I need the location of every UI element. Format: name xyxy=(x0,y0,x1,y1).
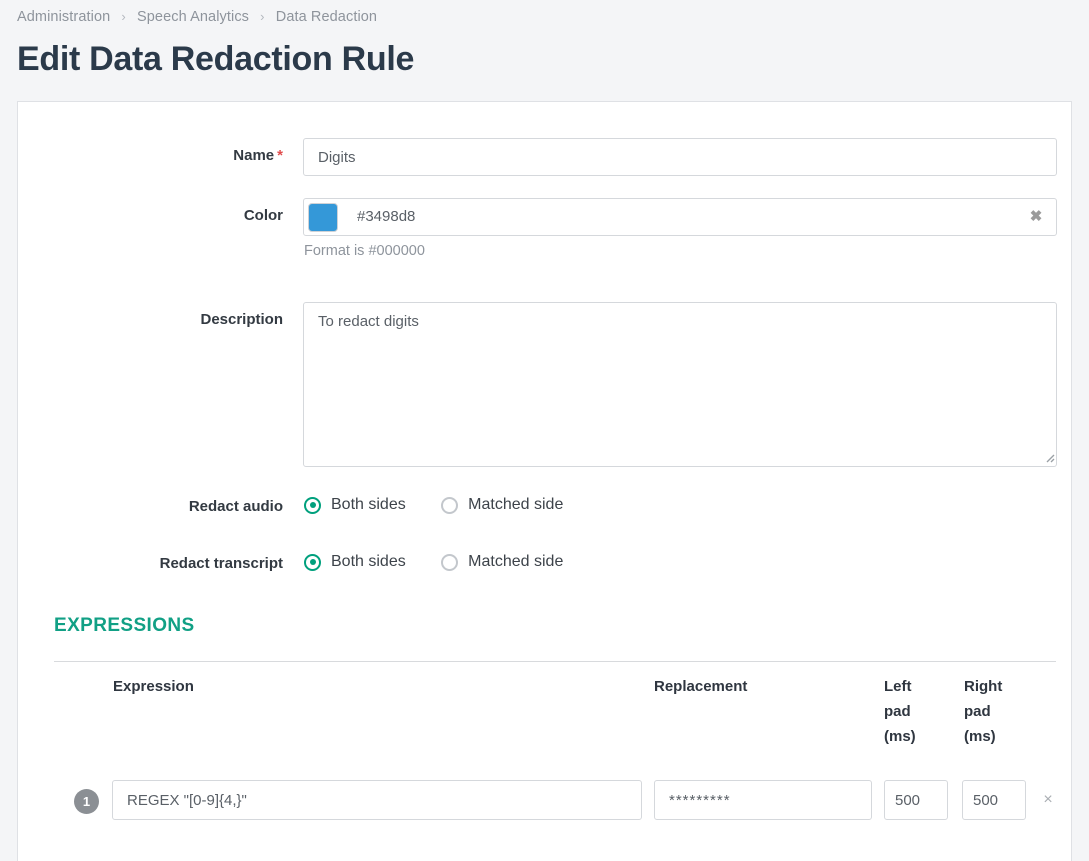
radio-unselected-icon xyxy=(441,496,459,514)
column-header-expression: Expression xyxy=(113,678,194,695)
breadcrumb-separator-icon: › xyxy=(121,9,126,24)
column-header-left-pad: Left pad (ms) xyxy=(884,678,916,745)
redact-audio-option-both-sides[interactable]: Both sides xyxy=(304,496,406,514)
clear-color-icon[interactable]: ✖ xyxy=(1026,207,1046,227)
breadcrumb-item-administration[interactable]: Administration xyxy=(17,9,110,25)
expression-input[interactable] xyxy=(112,780,642,820)
required-marker: * xyxy=(277,147,283,164)
redact-transcript-option-matched-side[interactable]: Matched side xyxy=(441,553,563,571)
radio-unselected-icon xyxy=(441,553,459,571)
redact-audio-label: Redact audio xyxy=(188,498,283,515)
breadcrumb-item-data-redaction[interactable]: Data Redaction xyxy=(276,9,377,25)
column-header-right-pad: Right pad (ms) xyxy=(964,678,1003,745)
color-swatch[interactable] xyxy=(308,203,338,232)
color-value: #3498d8 xyxy=(357,208,416,225)
description-label: Description xyxy=(200,311,283,328)
expressions-section-title: EXPRESSIONS xyxy=(54,615,195,636)
remove-expression-icon[interactable]: × xyxy=(1039,791,1057,809)
page-title: Edit Data Redaction Rule xyxy=(17,40,415,78)
redact-audio-radio-group: Both sides Matched side xyxy=(304,496,594,514)
color-field[interactable]: #3498d8 ✖ xyxy=(303,198,1057,236)
edit-rule-panel: Name* Color #3498d8 ✖ Format is #000000 … xyxy=(17,101,1072,861)
expression-row-index: 1 xyxy=(74,789,99,814)
breadcrumb-separator-icon: › xyxy=(260,9,265,24)
column-header-replacement: Replacement xyxy=(654,678,748,695)
color-format-hint: Format is #000000 xyxy=(304,243,425,259)
name-input[interactable] xyxy=(303,138,1057,176)
color-label: Color xyxy=(243,207,283,224)
name-label: Name * xyxy=(233,147,283,164)
replacement-input[interactable] xyxy=(654,780,872,820)
redact-transcript-option-both-sides[interactable]: Both sides xyxy=(304,553,406,571)
radio-selected-icon xyxy=(304,496,321,514)
breadcrumb: Administration › Speech Analytics › Data… xyxy=(17,9,377,25)
table-row: 1 × xyxy=(18,780,1071,820)
radio-selected-icon xyxy=(304,553,321,571)
redact-audio-option-matched-side[interactable]: Matched side xyxy=(441,496,563,514)
redact-transcript-radio-group: Both sides Matched side xyxy=(304,553,594,571)
description-textarea[interactable] xyxy=(303,302,1057,467)
left-pad-input[interactable] xyxy=(884,780,948,820)
breadcrumb-item-speech-analytics[interactable]: Speech Analytics xyxy=(137,9,249,25)
right-pad-input[interactable] xyxy=(962,780,1026,820)
redact-transcript-label: Redact transcript xyxy=(159,555,283,572)
section-divider xyxy=(54,661,1056,662)
